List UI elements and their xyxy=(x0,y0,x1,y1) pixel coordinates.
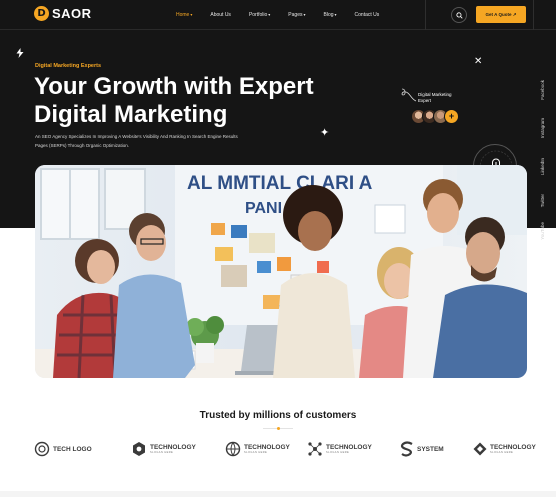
social-link-twitter[interactable]: Twitter xyxy=(540,194,550,207)
chevron-down-icon: ▾ xyxy=(303,12,306,17)
nav-item-contact[interactable]: Contact Us xyxy=(355,12,380,18)
hero-description: An SEO Agency Specializes In Improving A… xyxy=(35,134,238,148)
hero-kicker: Digital Marketing Experts xyxy=(35,63,102,69)
more-avatars-badge[interactable]: + xyxy=(444,109,459,124)
header-divider xyxy=(425,0,426,30)
brand-name: TECHNOLOGY xyxy=(490,444,536,451)
logo[interactable]: D SAOR xyxy=(34,6,92,21)
board-headline: AL MMTIAL CLARI A xyxy=(187,173,373,194)
board-subheadline: PANI xyxy=(245,200,282,217)
avatar-group: + xyxy=(411,109,459,124)
expert-badge-label: Digital Marketing Expert xyxy=(418,92,452,103)
brand-name: TECHNOLOGY xyxy=(150,444,196,451)
squiggle-arrow-icon xyxy=(401,88,417,102)
social-rail: Facebook Instagram LinkedIn Twitter YouT… xyxy=(540,80,550,245)
hero-title-line2: Digital Marketing xyxy=(34,101,228,128)
nav-item-blog[interactable]: Blog▾ xyxy=(324,12,337,18)
brand-slogan: SLOGAN HERE xyxy=(244,451,268,454)
nav-item-about[interactable]: About Us xyxy=(210,12,231,18)
get-quote-button[interactable]: Get A Quote ↗ xyxy=(476,6,526,23)
team-meeting-illustration: AL MMTIAL CLARI A PANI xyxy=(35,165,527,378)
search-button[interactable] xyxy=(451,7,467,23)
header-divider xyxy=(533,0,534,30)
hero-team-photo: AL MMTIAL CLARI A PANI xyxy=(35,165,527,378)
hero-title: Your Growth with Expert Digital Marketin… xyxy=(34,73,364,129)
nav-item-home[interactable]: Home▾ xyxy=(176,12,192,18)
tech-hex-icon xyxy=(133,442,145,456)
nav-item-pages[interactable]: Pages▾ xyxy=(288,12,305,18)
chevron-down-icon: ▾ xyxy=(334,12,337,17)
tech-logo-icon xyxy=(34,441,50,457)
footer-strip xyxy=(0,491,556,497)
close-icon[interactable]: ✕ xyxy=(474,56,482,67)
search-icon xyxy=(455,11,463,19)
brand-name: TECH LOGO xyxy=(53,445,92,453)
logo-text: SAOR xyxy=(52,6,92,21)
logo-mark-icon: D xyxy=(34,6,49,21)
brand-slogan: SLOGAN HERE xyxy=(326,451,350,454)
chevron-down-icon: ▾ xyxy=(268,12,271,17)
brand-name: TECHNOLOGY xyxy=(326,444,372,451)
trusted-heading: Trusted by millions of customers xyxy=(199,410,357,421)
brand-logo[interactable]: SYSTEM xyxy=(400,437,444,461)
brand-logos: TECH LOGO TECHNOLOGY SLOGAN HERE TECHNOL… xyxy=(34,437,536,461)
heading-divider-dot xyxy=(277,427,280,430)
tech-globe-icon xyxy=(225,441,241,457)
social-link-facebook[interactable]: Facebook xyxy=(540,80,550,100)
nav-item-portfolio[interactable]: Portfolio▾ xyxy=(249,12,270,18)
lightning-icon xyxy=(16,48,24,60)
tech-network-icon xyxy=(308,442,322,456)
social-link-linkedin[interactable]: LinkedIn xyxy=(540,158,550,175)
social-link-youtube[interactable]: YouTube xyxy=(540,222,550,240)
social-link-instagram[interactable]: Instagram xyxy=(540,118,550,138)
brand-logo[interactable]: TECHNOLOGY SLOGAN HERE xyxy=(225,437,290,461)
brand-slogan: SLOGAN HERE xyxy=(490,451,514,454)
main-nav: Home▾ About Us Portfolio▾ Pages▾ Blog▾ C… xyxy=(176,0,397,30)
brand-logo[interactable]: TECHNOLOGY SLOGAN HERE xyxy=(131,437,196,461)
hero-title-line1: Your Growth with Expert xyxy=(34,73,314,100)
brand-logo[interactable]: TECHNOLOGY SLOGAN HERE xyxy=(473,437,536,461)
brand-name: TECHNOLOGY xyxy=(244,444,290,451)
tech-diamond-icon xyxy=(473,442,487,456)
brand-logo[interactable]: TECHNOLOGY SLOGAN HERE xyxy=(307,437,372,461)
sparkle-icon: ✦ xyxy=(320,127,330,139)
site-header: D SAOR Home▾ About Us Portfolio▾ Pages▾ … xyxy=(0,0,556,30)
brand-logo[interactable]: TECH LOGO xyxy=(34,437,92,461)
brand-slogan: SLOGAN HERE xyxy=(150,451,174,454)
system-s-icon xyxy=(400,441,413,457)
chevron-down-icon: ▾ xyxy=(190,12,193,17)
brand-name: SYSTEM xyxy=(417,445,444,453)
